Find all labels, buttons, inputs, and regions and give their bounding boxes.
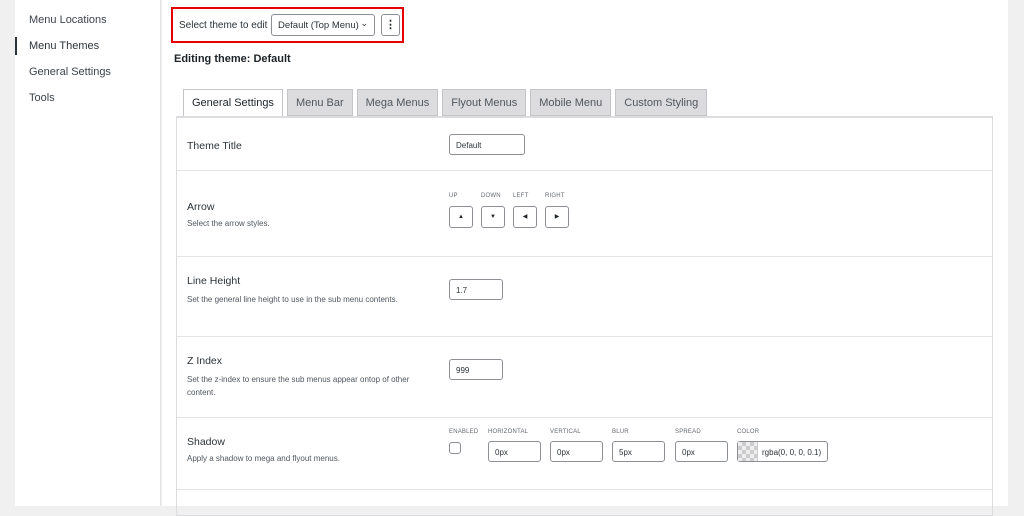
row-theme-title: Theme Title Default: [177, 118, 992, 171]
arrow-up-label: UP: [449, 193, 458, 199]
theme-title-input[interactable]: Default: [449, 134, 525, 155]
arrow-down-label: DOWN: [481, 193, 501, 199]
arrow-up-button[interactable]: ▲: [449, 206, 473, 228]
shadow-horizontal-input[interactable]: 0px: [488, 441, 541, 462]
theme-title-label: Theme Title: [187, 140, 242, 152]
more-options-button[interactable]: ⋮: [381, 14, 400, 36]
sidebar: Menu Locations Menu Themes General Setti…: [15, 0, 161, 506]
line-height-input[interactable]: 1.7: [449, 279, 503, 300]
tab-menu-bar[interactable]: Menu Bar: [286, 89, 353, 116]
shadow-color-picker[interactable]: rgba(0, 0, 0, 0.1): [737, 441, 828, 462]
z-index-label: Z Index: [187, 355, 223, 367]
editing-theme-heading: Editing theme: Default: [174, 53, 291, 65]
arrow-left-button[interactable]: ◀: [513, 206, 537, 228]
shadow-vertical-input[interactable]: 0px: [550, 441, 603, 462]
z-index-description: Set the z-index to ensure the sub menus …: [187, 375, 410, 397]
sidebar-item-general-settings[interactable]: General Settings: [29, 66, 111, 78]
shadow-vertical-label: VERTICAL: [550, 429, 581, 435]
shadow-enabled-checkbox[interactable]: [449, 442, 461, 454]
tab-bar: General Settings Menu Bar Mega Menus Fly…: [183, 89, 708, 117]
row-shadow: Shadow Apply a shadow to mega and flyout…: [177, 418, 992, 490]
active-indicator: [15, 37, 17, 55]
tab-custom-styling[interactable]: Custom Styling: [615, 89, 708, 116]
arrow-description: Select the arrow styles.: [187, 219, 270, 228]
theme-select[interactable]: Default (Top Menu) ⌄: [271, 14, 375, 36]
arrow-right-button[interactable]: ▶: [545, 206, 569, 228]
arrow-left-label: LEFT: [513, 193, 529, 199]
shadow-blur-input[interactable]: 5px: [612, 441, 665, 462]
sidebar-item-tools[interactable]: Tools: [29, 92, 55, 104]
arrow-right-label: RIGHT: [545, 193, 565, 199]
theme-selector-highlight: Select theme to edit Default (Top Menu) ⌄…: [171, 7, 404, 43]
sidebar-item-menu-themes[interactable]: Menu Themes: [29, 40, 99, 52]
shadow-spread-label: SPREAD: [675, 429, 701, 435]
arrow-down-button[interactable]: ▼: [481, 206, 505, 228]
row-line-height: Line Height Set the general line height …: [177, 257, 992, 337]
shadow-label: Shadow: [187, 436, 225, 448]
main-content: Select theme to edit Default (Top Menu) ⌄…: [162, 0, 1008, 516]
settings-panel: Theme Title Default Arrow Select the arr…: [176, 116, 993, 516]
shadow-color-label: COLOR: [737, 429, 760, 435]
chevron-down-icon: ⌄: [360, 18, 368, 28]
shadow-description: Apply a shadow to mega and flyout menus.: [187, 454, 340, 463]
row-arrow: Arrow Select the arrow styles. UP DOWN L…: [177, 171, 992, 257]
color-swatch-icon: [738, 442, 758, 461]
theme-select-value: Default (Top Menu): [278, 20, 359, 31]
tab-general-settings[interactable]: General Settings: [183, 89, 283, 117]
shadow-color-value: rgba(0, 0, 0, 0.1): [762, 448, 822, 457]
row-z-index: Z Index Set the z-index to ensure the su…: [177, 337, 992, 418]
tab-mobile-menu[interactable]: Mobile Menu: [530, 89, 612, 116]
sidebar-item-menu-locations[interactable]: Menu Locations: [29, 14, 107, 26]
tab-flyout-menus[interactable]: Flyout Menus: [442, 89, 527, 116]
shadow-blur-label: BLUR: [612, 429, 629, 435]
shadow-enabled-label: ENABLED: [449, 429, 479, 435]
line-height-label: Line Height: [187, 275, 241, 287]
z-index-input[interactable]: 999: [449, 359, 503, 380]
shadow-horizontal-label: HORIZONTAL: [488, 429, 529, 435]
shadow-spread-input[interactable]: 0px: [675, 441, 728, 462]
arrow-label: Arrow: [187, 201, 215, 213]
line-height-description: Set the general line height to use in th…: [187, 295, 398, 304]
tab-mega-menus[interactable]: Mega Menus: [356, 89, 439, 116]
select-theme-label: Select theme to edit: [179, 20, 268, 31]
